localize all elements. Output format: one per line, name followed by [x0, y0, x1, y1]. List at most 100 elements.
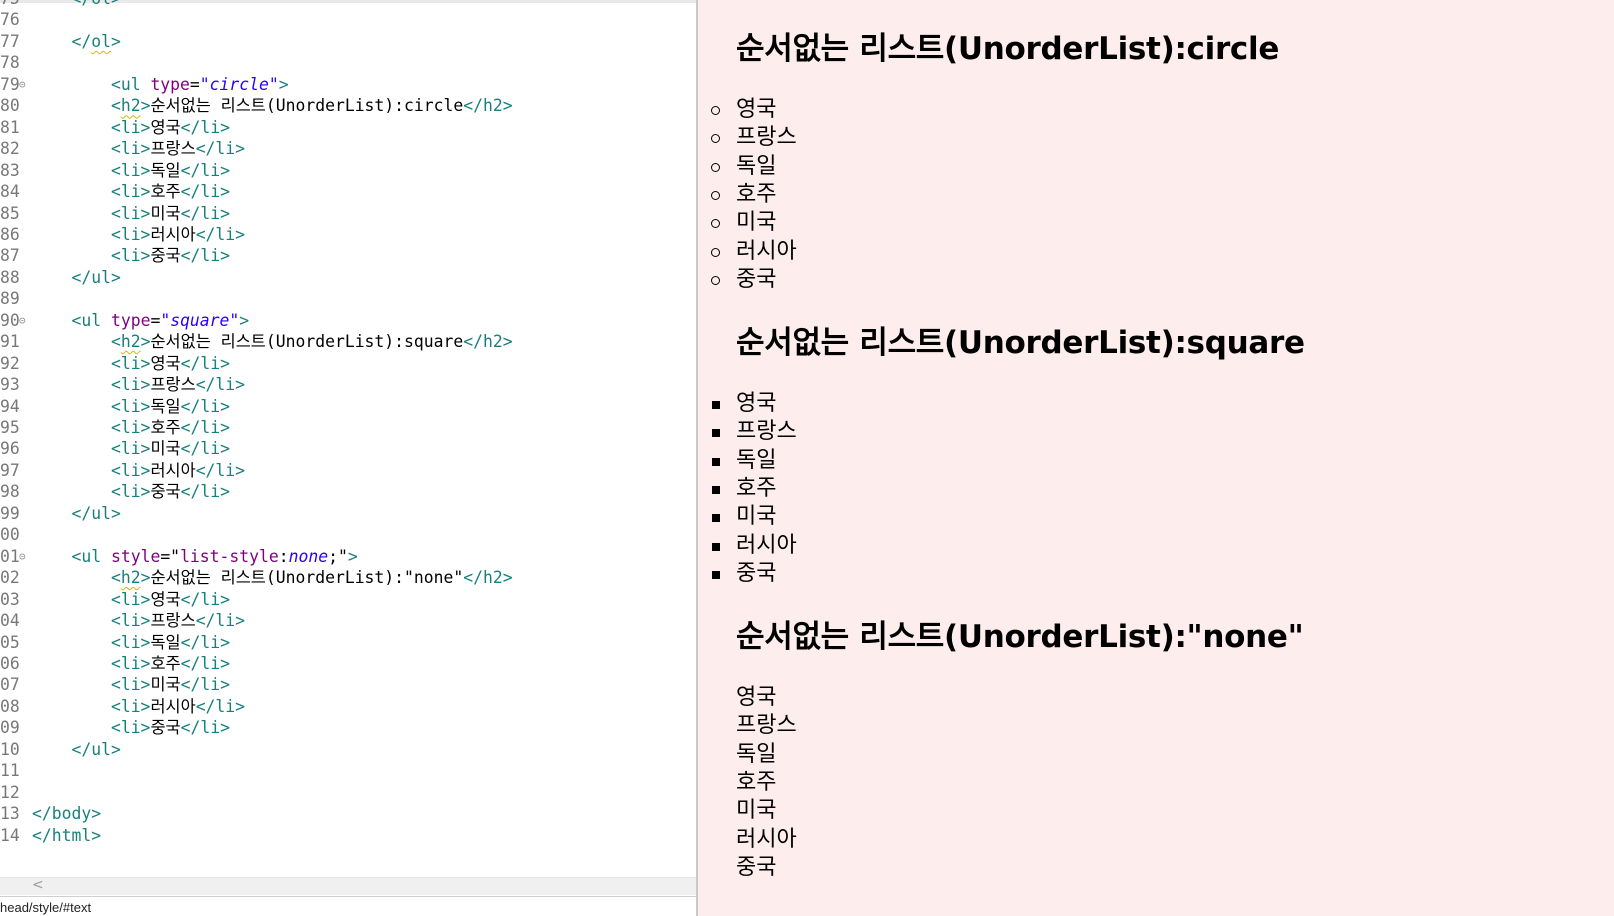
- code-line[interactable]: 90 ⊝ <ul type="square">: [0, 310, 696, 332]
- list-item-text: 독일: [736, 447, 777, 473]
- code-token: 러시아: [150, 460, 196, 480]
- list-item-text: 호주: [736, 769, 777, 795]
- code-line[interactable]: 76: [0, 9, 696, 31]
- code-line[interactable]: 77 </ol>: [0, 31, 696, 53]
- code-token: h2: [120, 96, 141, 116]
- code-token: </li>: [180, 396, 230, 416]
- line-number: 83: [0, 160, 20, 180]
- code-line[interactable]: 84 <li>호주</li>: [0, 181, 696, 203]
- code-text: <h2>순서없는 리스트(UnorderList):square</h2>: [32, 331, 513, 353]
- code-line[interactable]: 88 </ul>: [0, 267, 696, 289]
- code-line[interactable]: 10 </ul>: [0, 739, 696, 761]
- code-line[interactable]: 97 <li>러시아</li>: [0, 460, 696, 482]
- code-line[interactable]: 02 <h2>순서없는 리스트(UnorderList):"none"</h2>: [0, 567, 696, 589]
- code-token: <li>: [110, 482, 151, 502]
- line-number: 92: [0, 353, 20, 373]
- code-line[interactable]: 08 <li>러시아</li>: [0, 696, 696, 718]
- square-bullet-icon: [712, 401, 720, 409]
- code-text: </ol>: [32, 31, 121, 53]
- line-number: 91: [0, 332, 20, 352]
- code-line[interactable]: 06 <li>호주</li>: [0, 653, 696, 675]
- code-line[interactable]: 09 <li>중국</li>: [0, 717, 696, 739]
- code-token: >: [140, 568, 151, 588]
- code-line[interactable]: 00: [0, 524, 696, 546]
- code-line[interactable]: 94 <li>독일</li>: [0, 396, 696, 418]
- code-token: <li>: [110, 375, 151, 395]
- code-line[interactable]: 79 ⊝ <ul type="circle">: [0, 74, 696, 96]
- code-line[interactable]: 93 <li>프랑스</li>: [0, 374, 696, 396]
- code-line[interactable]: 95 <li>호주</li>: [0, 417, 696, 439]
- code-line[interactable]: 91 <h2>순서없는 리스트(UnorderList):square</h2>: [0, 331, 696, 353]
- code-line[interactable]: 03 <li>영국</li>: [0, 589, 696, 611]
- circle-bullet-icon: [711, 219, 720, 229]
- code-line[interactable]: 13 </body>: [0, 803, 696, 825]
- list-item-text: 프랑스: [736, 419, 797, 445]
- code-line[interactable]: 12: [0, 782, 696, 804]
- code-text: <li>러시아</li>: [32, 224, 245, 246]
- code-token: type: [150, 74, 190, 94]
- code-token: 순서없는 리스트(UnorderList):square: [150, 332, 464, 352]
- code-line[interactable]: 07 <li>미국</li>: [0, 674, 696, 696]
- code-line[interactable]: 04 <li>프랑스</li>: [0, 610, 696, 632]
- code-editor[interactable]: 75 </ol>7677 </ol>7879⊝ <ul type="circle…: [0, 0, 696, 916]
- code-token: <li>: [110, 460, 151, 480]
- code-line[interactable]: 81 <li>영국</li>: [0, 117, 696, 139]
- code-line[interactable]: 80 <h2>순서없는 리스트(UnorderList):circle</h2>: [0, 95, 696, 117]
- line-number: 85: [0, 203, 20, 223]
- code-line[interactable]: 11: [0, 760, 696, 782]
- list-item-text: 미국: [736, 210, 777, 236]
- code-token: >: [110, 31, 121, 51]
- code-token: <li>: [110, 246, 151, 266]
- code-token: <li>: [110, 653, 151, 673]
- code-token: </li>: [180, 718, 230, 738]
- code-token: 독일: [150, 396, 181, 416]
- line-number: 10: [0, 739, 20, 759]
- code-token: </: [71, 31, 92, 51]
- code-line[interactable]: 01 ⊝ <ul style="list-style:none;">: [0, 546, 696, 568]
- code-area[interactable]: 75 </ol>7677 </ol>7879⊝ <ul type="circle…: [0, 0, 696, 878]
- code-token: 미국: [150, 203, 181, 223]
- code-token: </li>: [180, 246, 230, 266]
- code-token: </li>: [180, 482, 230, 502]
- code-line[interactable]: 85 <li>미국</li>: [0, 203, 696, 225]
- code-line[interactable]: 98 <li>중국</li>: [0, 481, 696, 503]
- code-line[interactable]: 86 <li>러시아</li>: [0, 224, 696, 246]
- list-item: 영국: [736, 683, 776, 712]
- code-line[interactable]: 05 <li>독일</li>: [0, 632, 696, 654]
- code-line[interactable]: 78: [0, 52, 696, 74]
- list-item: 중국: [712, 559, 776, 588]
- code-text: <ul style="list-style:none;">: [32, 546, 357, 568]
- horizontal-scrollbar[interactable]: <: [0, 877, 696, 895]
- fold-toggle-icon[interactable]: ⊝: [19, 546, 26, 568]
- scroll-left-arrow-icon[interactable]: <: [32, 877, 44, 893]
- code-token: list-style: [180, 546, 279, 566]
- code-line[interactable]: 82 <li>프랑스</li>: [0, 138, 696, 160]
- fold-toggle-icon[interactable]: ⊝: [19, 310, 26, 332]
- code-token: <li>: [110, 224, 151, 244]
- code-text: <li>영국</li>: [32, 353, 230, 375]
- code-line[interactable]: 87 <li>중국</li>: [0, 245, 696, 267]
- code-token: =": [160, 546, 181, 566]
- code-token: </li>: [180, 203, 230, 223]
- code-token: </li>: [180, 632, 230, 652]
- line-number: 00: [0, 525, 20, 545]
- code-line[interactable]: 92 <li>영국</li>: [0, 353, 696, 375]
- code-line[interactable]: 99 </ul>: [0, 503, 696, 525]
- code-token: </li>: [195, 611, 246, 631]
- code-line[interactable]: 89: [0, 288, 696, 310]
- code-token: 순서없는 리스트(UnorderList):"none": [150, 568, 464, 588]
- code-line[interactable]: 14 </html>: [0, 825, 696, 847]
- list-item-text: 러시아: [736, 238, 797, 264]
- code-text: <li>미국</li>: [32, 203, 230, 225]
- list-heading: 순서없는 리스트(UnorderList):"none": [736, 619, 1304, 655]
- code-line[interactable]: 83 <li>독일</li>: [0, 160, 696, 182]
- code-line[interactable]: 96 <li>미국</li>: [0, 438, 696, 460]
- fold-toggle-icon[interactable]: ⊝: [19, 74, 26, 96]
